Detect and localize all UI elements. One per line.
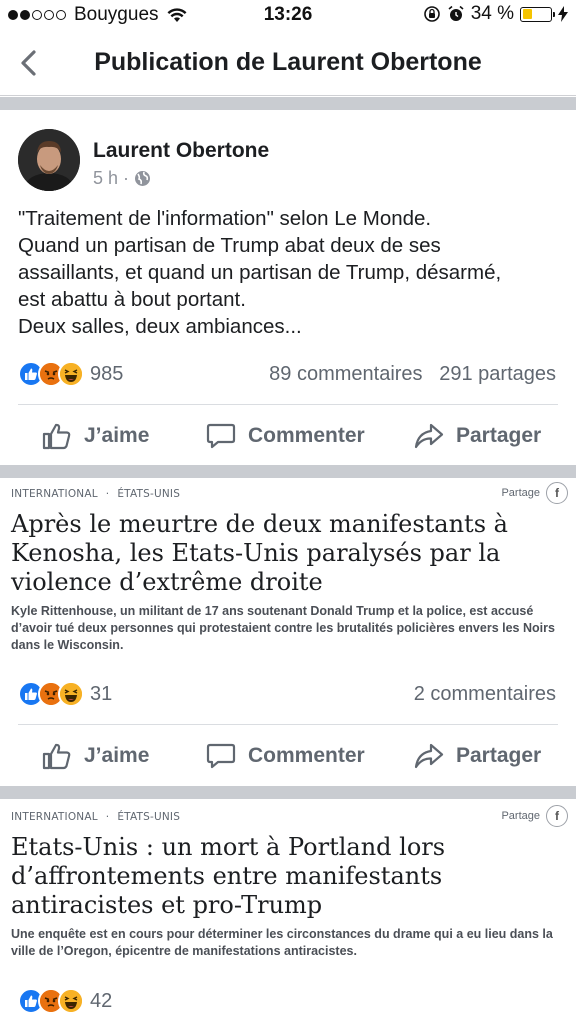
comment-bubble-icon — [206, 743, 236, 769]
share-label: Partager — [456, 424, 542, 447]
alarm-icon — [448, 5, 464, 21]
separator — [18, 404, 558, 405]
like-label: J’aime — [84, 424, 150, 447]
share-button[interactable]: Partager — [414, 406, 541, 466]
article-title-line: antiracistes et pro-Trump — [11, 891, 323, 919]
post-text-line: est abattu à bout portant. — [18, 288, 246, 311]
article-category: INTERNATIONAL · ÉTATS-UNIS — [11, 488, 181, 500]
share-button[interactable]: Partager — [414, 726, 541, 786]
subcategory-label[interactable]: ÉTATS-UNIS — [117, 811, 180, 823]
article-title-line: Kenosha, les Etats-Unis paralysés par la — [11, 539, 501, 567]
page-title: Publication de Laurent Obertone — [94, 48, 482, 76]
post-text-line: assaillants, et quand un partisan de Tru… — [18, 261, 502, 284]
public-globe-icon — [135, 171, 151, 186]
comment-label: Commenter — [248, 424, 365, 447]
reaction-summary[interactable]: 985 — [18, 361, 123, 387]
share-text: Partage — [501, 810, 540, 822]
thumbs-up-icon — [42, 743, 71, 770]
like-label: J’aime — [84, 744, 150, 767]
like-button[interactable]: J’aime — [42, 406, 149, 466]
post-time: 5 h — [93, 168, 119, 188]
comment-label: Commenter — [248, 744, 365, 767]
article-title-line: d’affrontements entre manifestants — [11, 862, 443, 890]
section-divider — [0, 97, 576, 110]
article-description: Kyle Rittenhouse, un militant de 17 ans … — [11, 604, 555, 652]
reaction-summary[interactable]: 31 — [18, 681, 112, 707]
reaction-count: 985 — [90, 362, 124, 385]
separator — [18, 724, 558, 725]
haha-reaction-icon — [58, 681, 84, 707]
category-label[interactable]: INTERNATIONAL — [11, 811, 98, 823]
share-label: Partager — [456, 744, 542, 767]
battery-percent: 34 % — [470, 3, 514, 24]
post-text-line: Deux salles, deux ambiances... — [18, 315, 302, 338]
top-header: Publication de Laurent Obertone — [0, 32, 576, 96]
share-arrow-icon — [414, 743, 444, 769]
subcategory-label[interactable]: ÉTATS-UNIS — [117, 488, 180, 500]
comments-count[interactable]: 2 commentaires — [414, 683, 556, 706]
post-text-line: "Traitement de l'information" selon Le M… — [18, 207, 432, 230]
article-share[interactable]: Partage f — [501, 805, 568, 827]
reaction-summary[interactable]: 42 — [18, 988, 112, 1014]
article-title-line: violence d’extrême droite — [11, 568, 323, 596]
rotation-lock-icon — [423, 6, 440, 22]
haha-reaction-icon — [58, 361, 84, 387]
section-divider — [0, 786, 576, 799]
reaction-count: 31 — [90, 682, 113, 705]
category-label[interactable]: INTERNATIONAL — [11, 488, 98, 500]
article-category: INTERNATIONAL · ÉTATS-UNIS — [11, 811, 181, 823]
thumbs-up-icon — [42, 423, 71, 450]
article-share[interactable]: Partage f — [501, 482, 568, 504]
comment-bubble-icon — [206, 423, 236, 449]
article-title[interactable]: Après le meurtre de deux manifestants à … — [11, 510, 566, 597]
comment-button[interactable]: Commenter — [206, 406, 365, 466]
reaction-count: 42 — [90, 989, 113, 1012]
post-action-bar: J’aime Commenter Partager — [0, 406, 576, 466]
battery-icon — [520, 6, 555, 22]
share-arrow-icon — [414, 423, 444, 449]
post-text: "Traitement de l'information" selon Le M… — [18, 205, 563, 340]
article-title-line: Après le meurtre de deux manifestants à — [11, 510, 508, 538]
author-avatar[interactable] — [18, 129, 80, 191]
facebook-icon: f — [546, 482, 568, 504]
post-text-line: Quand un partisan de Trump abat deux de … — [18, 234, 441, 257]
facebook-icon: f — [546, 805, 568, 827]
like-button[interactable]: J’aime — [42, 726, 149, 786]
article-title[interactable]: Etats-Unis : un mort à Portland lors d’a… — [11, 833, 566, 920]
share-text: Partage — [501, 487, 540, 499]
comments-count[interactable]: 89 commentaires — [269, 363, 422, 385]
post-meta: 5 h · — [93, 168, 151, 189]
section-divider — [0, 465, 576, 478]
haha-reaction-icon — [58, 988, 84, 1014]
post-action-bar: J’aime Commenter Partager — [0, 726, 576, 786]
article-description: Une enquête est en cours pour déterminer… — [11, 927, 553, 958]
post-engagement: 89 commentaires 291 partages — [269, 363, 556, 386]
charging-bolt-icon — [558, 6, 568, 22]
status-bar: Bouygues 13:26 34 % — [0, 0, 576, 32]
shares-count[interactable]: 291 partages — [439, 363, 556, 385]
article-title-line: Etats-Unis : un mort à Portland lors — [11, 833, 446, 861]
comment-button[interactable]: Commenter — [206, 726, 365, 786]
author-name[interactable]: Laurent Obertone — [93, 139, 269, 163]
